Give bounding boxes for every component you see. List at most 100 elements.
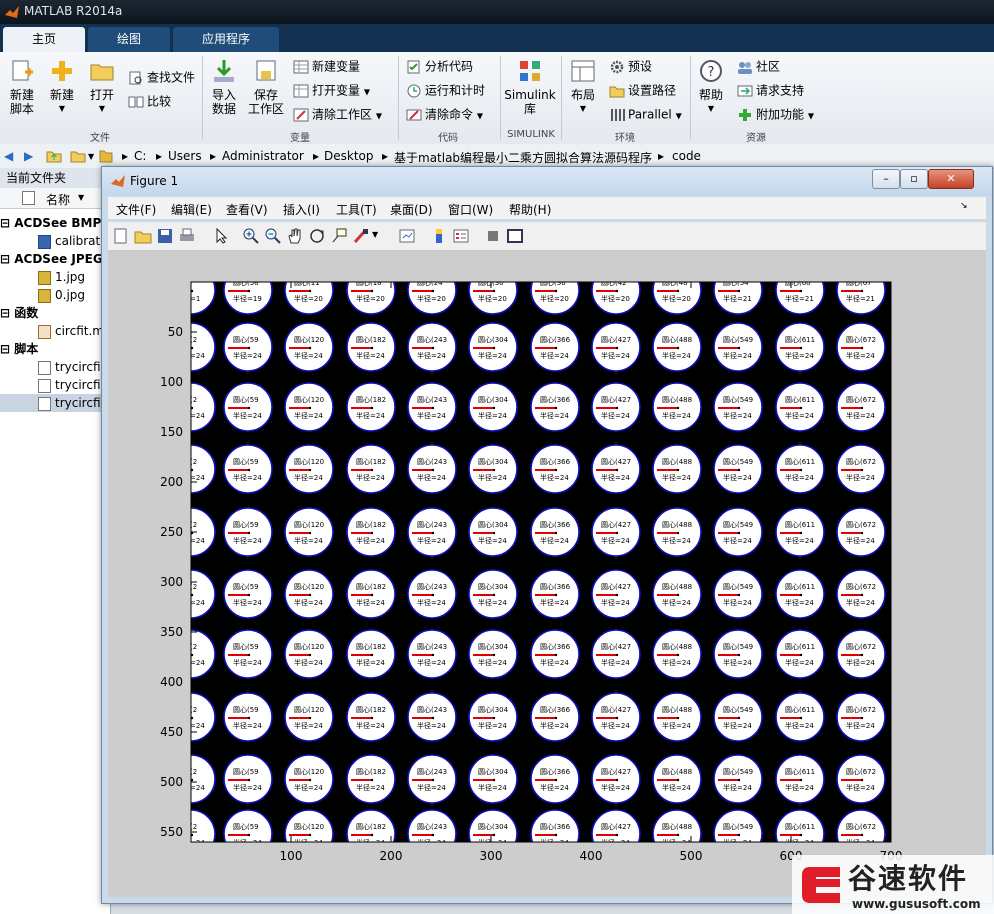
new-script-button[interactable]: 新建 脚本	[4, 58, 40, 116]
tab-apps[interactable]: 应用程序	[173, 27, 279, 52]
radius-label: 半径=24	[540, 783, 569, 792]
menu-window[interactable]: 窗口(W)	[448, 201, 493, 218]
preferences-button[interactable]: 预设	[609, 59, 652, 75]
minimize-button[interactable]: –	[872, 169, 900, 189]
print-icon[interactable]	[178, 227, 196, 245]
list-item[interactable]: calibrat	[0, 232, 110, 250]
browse-caret-icon[interactable]: ▼	[88, 152, 94, 161]
menu-view[interactable]: 查看(V)	[226, 201, 268, 218]
circle-center	[370, 593, 374, 597]
back-arrow-icon[interactable]: ◀	[4, 149, 13, 163]
center-label: 圆心(243	[417, 458, 447, 466]
list-item[interactable]: 0.jpg	[0, 286, 110, 304]
new-variable-button[interactable]: 新建变量	[293, 59, 360, 75]
compare-button[interactable]: 比较	[128, 94, 171, 110]
radius-label: 半径=24	[417, 411, 446, 420]
radius-label: 半径=24	[662, 721, 691, 730]
rotate-3d-icon[interactable]	[308, 227, 326, 245]
zoom-in-icon[interactable]	[242, 227, 260, 245]
menu-file[interactable]: 文件(F)	[116, 201, 156, 218]
pointer-icon[interactable]	[212, 227, 230, 245]
show-plot-tools-icon[interactable]	[506, 227, 524, 245]
circle-center	[737, 653, 741, 657]
save-icon[interactable]	[156, 227, 174, 245]
path-segment[interactable]: Administrator	[222, 149, 304, 163]
figure-titlebar[interactable]: Figure 1 – ▫ ✕	[102, 167, 992, 195]
forward-arrow-icon[interactable]: ▶	[24, 149, 33, 163]
path-segment[interactable]: Desktop	[324, 149, 374, 163]
data-cursor-icon[interactable]	[330, 227, 348, 245]
tab-plots[interactable]: 绘图	[88, 27, 170, 52]
collapse-icon[interactable]: ⊟	[0, 216, 10, 230]
plot-area[interactable]: 半径=1 圆心(58 半径=19 圆心(11 半径=20 圆心(18 半径=20 圆心(24 半…	[108, 251, 986, 897]
save-workspace-button[interactable]: 保存 工作区	[246, 58, 286, 116]
center-label: 圆心(304	[478, 643, 509, 651]
path-segment[interactable]: C:	[134, 149, 146, 163]
tab-home[interactable]: 主页	[3, 27, 85, 52]
circle-center	[615, 653, 619, 657]
file-group[interactable]: ⊟ ACDSee BMP	[0, 214, 110, 232]
open-variable-button[interactable]: 打开变量 ▼	[293, 83, 370, 100]
simulink-library-button[interactable]: Simulink 库	[504, 58, 556, 116]
list-item[interactable]: trycircfi	[0, 358, 110, 376]
brush-icon[interactable]	[352, 227, 370, 245]
file-group[interactable]: ⊟ ACDSee JPEG	[0, 250, 110, 268]
open-button[interactable]: 打开 ▼	[84, 58, 120, 116]
link-plot-icon[interactable]	[398, 227, 416, 245]
legend-icon[interactable]	[452, 227, 470, 245]
add-ons-button[interactable]: 附加功能 ▼	[737, 107, 814, 124]
colorbar-icon[interactable]	[430, 227, 448, 245]
menu-tools[interactable]: 工具(T)	[336, 201, 377, 218]
collapse-icon[interactable]: ⊟	[0, 252, 10, 266]
request-support-button[interactable]: 请求支持	[737, 83, 804, 99]
clear-commands-button[interactable]: 清除命令 ▼	[406, 107, 483, 124]
maximize-button[interactable]: ▫	[900, 169, 928, 189]
file-column-header[interactable]: 名称 ▼	[0, 188, 110, 209]
hide-plot-tools-icon[interactable]	[484, 227, 502, 245]
import-data-button[interactable]: 导入 数据	[206, 58, 242, 116]
up-folder-icon[interactable]	[46, 148, 62, 164]
app-titlebar: MATLAB R2014a	[0, 0, 994, 24]
menu-dock-icon[interactable]: ↘	[960, 201, 968, 211]
analyze-code-button[interactable]: 分析代码	[406, 59, 473, 75]
menu-help[interactable]: 帮助(H)	[509, 201, 551, 218]
close-button[interactable]: ✕	[928, 169, 974, 189]
center-label: 圆心(488	[662, 396, 692, 404]
help-button[interactable]: ? 帮助 ▼	[694, 58, 728, 116]
layout-button[interactable]: 布局 ▼	[566, 58, 600, 116]
path-segment[interactable]: 基于matlab编程最小二乘方圆拟合算法源码程序	[394, 149, 652, 166]
menu-edit[interactable]: 编辑(E)	[171, 201, 212, 218]
radius-label: 半径=24	[356, 721, 385, 730]
collapse-icon[interactable]: ⊟	[0, 306, 10, 320]
circle-center	[676, 778, 680, 782]
collapse-icon[interactable]: ⊟	[0, 342, 10, 356]
list-item[interactable]: circfit.m	[0, 322, 110, 340]
community-button[interactable]: 社区	[737, 59, 780, 75]
new-button[interactable]: 新建 ▼	[44, 58, 80, 116]
zoom-out-icon[interactable]	[264, 227, 282, 245]
path-segment[interactable]: Users	[168, 149, 202, 163]
parallel-button[interactable]: Parallel ▼	[609, 107, 682, 124]
clear-workspace-button[interactable]: 清除工作区 ▼	[293, 107, 382, 124]
browse-folder-icon[interactable]	[70, 148, 86, 164]
find-files-button[interactable]: 查找文件	[128, 70, 195, 86]
run-and-time-button[interactable]: 运行和计时	[406, 83, 485, 99]
circle-center	[860, 778, 864, 782]
path-segment[interactable]: code	[672, 149, 701, 163]
file-group[interactable]: ⊟ 函数	[0, 304, 110, 322]
file-group[interactable]: ⊟ 脚本	[0, 340, 110, 358]
center-label: 圆心(59	[233, 396, 259, 404]
list-item[interactable]: trycircfi	[0, 394, 110, 412]
brush-caret-icon[interactable]: ▼	[372, 230, 378, 239]
menu-insert[interactable]: 插入(I)	[283, 201, 320, 218]
open-file-icon[interactable]	[134, 227, 152, 245]
set-path-button[interactable]: 设置路径	[609, 83, 676, 99]
list-item[interactable]: 1.jpg	[0, 268, 110, 286]
list-item[interactable]: trycircfi	[0, 376, 110, 394]
radius-label: 半径=24	[846, 598, 875, 607]
new-figure-icon[interactable]	[112, 227, 130, 245]
circle-center	[860, 653, 864, 657]
radius-label: 半径=24	[478, 473, 507, 482]
pan-hand-icon[interactable]	[286, 227, 304, 245]
menu-desktop[interactable]: 桌面(D)	[390, 201, 433, 218]
